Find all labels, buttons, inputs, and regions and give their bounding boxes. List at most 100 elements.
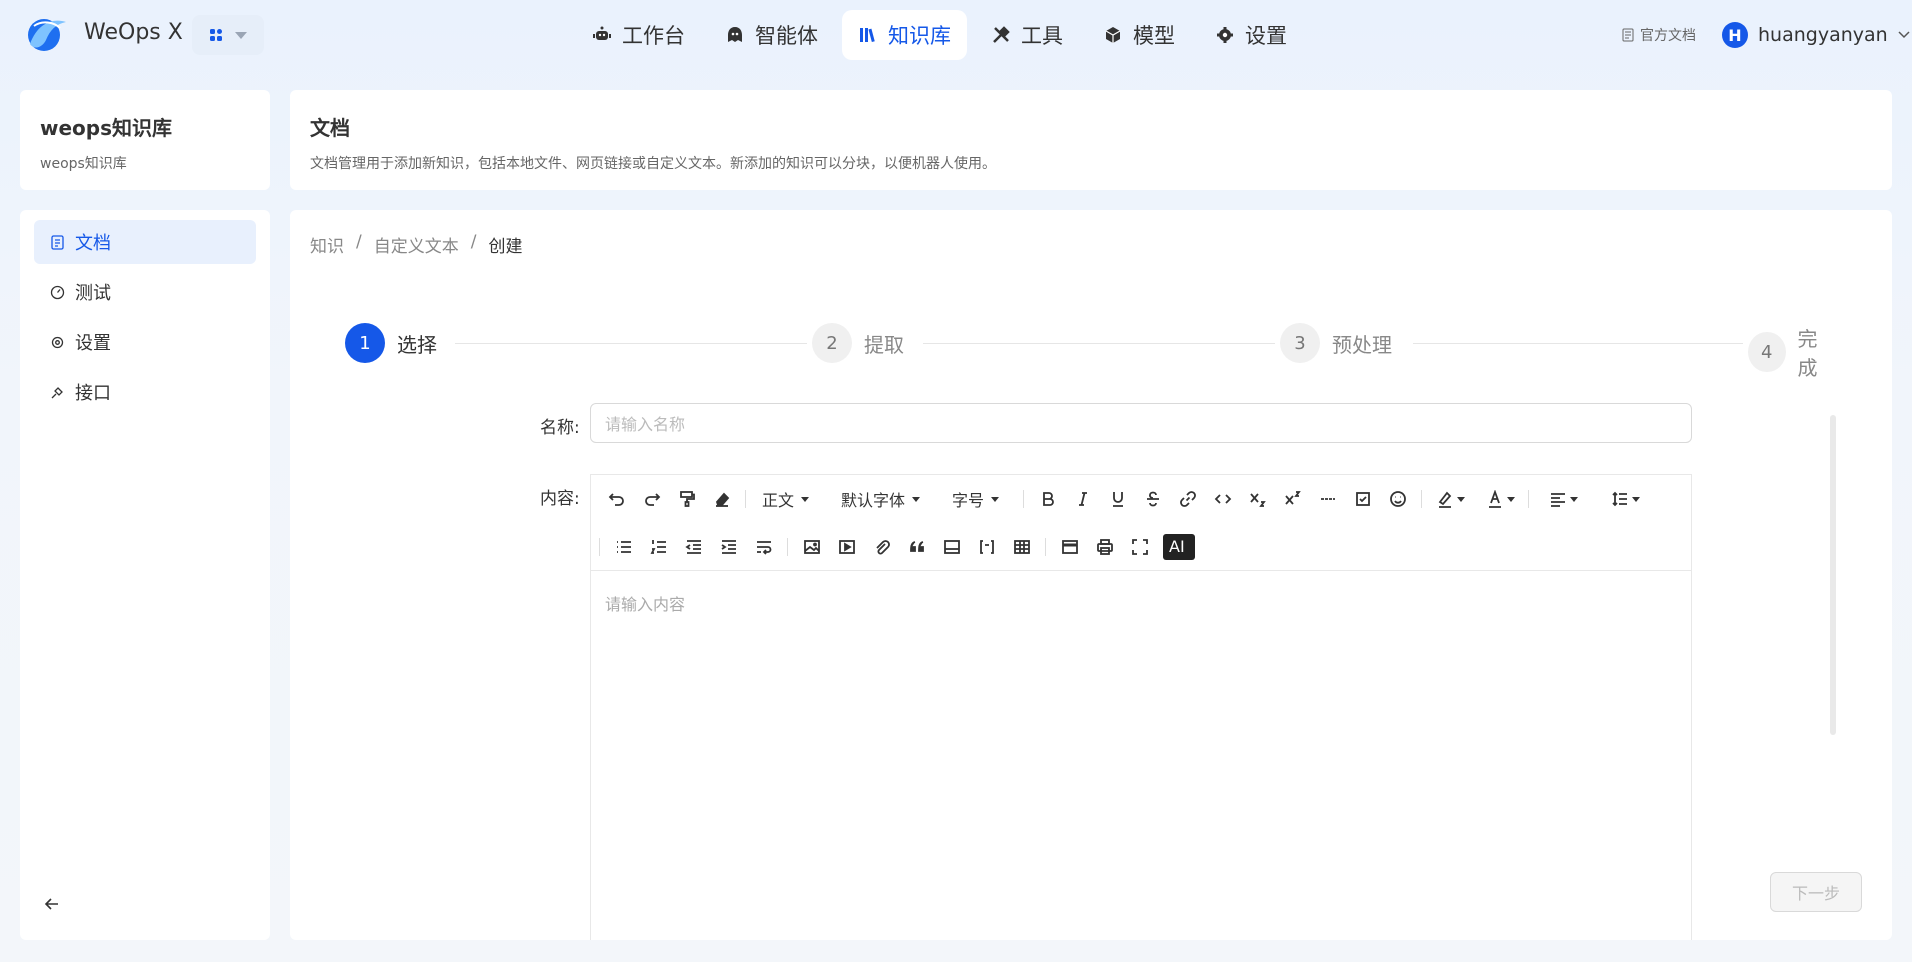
code-button[interactable] — [1205, 484, 1240, 514]
todo-button[interactable] — [1345, 484, 1380, 514]
outdent-button[interactable] — [676, 532, 711, 562]
image-icon — [803, 539, 820, 554]
undo-button[interactable] — [599, 484, 634, 514]
line-height-button[interactable] — [1603, 484, 1647, 514]
font-family-select[interactable]: 默认字体 — [831, 484, 930, 514]
content-placeholder[interactable]: 请输入内容 — [591, 571, 1691, 635]
sidebar-item-settings[interactable]: 设置 — [34, 320, 256, 364]
table-button[interactable] — [1004, 532, 1039, 562]
name-placeholder: 请输入名称 — [605, 415, 686, 434]
main-nav: 工作台 智能体 知识库 工具 模型 设置 — [576, 10, 1303, 60]
nav-tools[interactable]: 工具 — [975, 10, 1079, 60]
redo-button[interactable] — [634, 484, 669, 514]
bullet-list-button[interactable] — [606, 532, 641, 562]
video-button[interactable] — [829, 532, 864, 562]
scrollbar[interactable] — [1830, 415, 1836, 735]
step-number: 4 — [1748, 332, 1786, 372]
quote-button[interactable] — [899, 532, 934, 562]
toolbar-separator — [1045, 537, 1046, 556]
highlight-color-button[interactable] — [1428, 484, 1472, 514]
step-label: 完成 — [1797, 327, 1818, 380]
print-button[interactable] — [1087, 532, 1122, 562]
ai-button[interactable]: AI — [1163, 533, 1195, 560]
italic-button[interactable] — [1065, 484, 1100, 514]
subscript-button[interactable] — [1240, 484, 1275, 514]
sidebar-item-api[interactable]: 接口 — [34, 370, 256, 414]
name-label: 名称: — [540, 418, 580, 438]
caret-down-icon — [1631, 496, 1640, 502]
printer-icon — [1096, 538, 1113, 555]
numbered-list-button[interactable] — [641, 532, 676, 562]
step-connector — [923, 343, 1275, 344]
nav-knowledge[interactable]: 知识库 — [842, 10, 967, 60]
step-label: 预处理 — [1332, 332, 1392, 357]
name-input[interactable]: 请输入名称 — [590, 403, 1692, 443]
avatar: H — [1722, 22, 1748, 48]
weops-logo[interactable] — [24, 14, 68, 54]
breadcrumb: 知识 / 自定义文本 / 创建 — [310, 232, 522, 257]
caret-down-icon — [1569, 496, 1578, 502]
breadcrumb-separator: / — [470, 232, 477, 252]
table-caption-button[interactable] — [934, 532, 969, 562]
sidebar-item-documents[interactable]: 文档 — [34, 220, 256, 264]
arrow-left-icon[interactable] — [42, 894, 62, 914]
emoji-button[interactable] — [1380, 484, 1415, 514]
font-size-select[interactable]: 字号 — [942, 484, 1009, 514]
breadcrumb-knowledge[interactable]: 知识 — [310, 232, 344, 257]
nav-settings[interactable]: 设置 — [1199, 10, 1303, 60]
superscript-button[interactable] — [1275, 484, 1310, 514]
nav-agent[interactable]: 智能体 — [709, 10, 834, 60]
toolbar-separator — [787, 537, 788, 556]
bold-button[interactable] — [1030, 484, 1065, 514]
divider-button[interactable] — [1310, 484, 1345, 514]
attachment-button[interactable] — [864, 532, 899, 562]
code-icon — [1214, 494, 1231, 504]
content-label: 内容: — [540, 489, 580, 509]
paragraph-select[interactable]: 正文 — [752, 484, 819, 514]
strikethrough-button[interactable] — [1135, 484, 1170, 514]
apps-icon — [210, 29, 222, 41]
clear-format-button[interactable] — [704, 484, 739, 514]
user-menu[interactable]: H huangyanyan — [1722, 22, 1910, 48]
indent-button[interactable] — [711, 532, 746, 562]
toolbar-separator — [1421, 490, 1423, 508]
align-button[interactable] — [1541, 484, 1585, 514]
nav-model[interactable]: 模型 — [1087, 10, 1191, 60]
superscript-icon — [1284, 491, 1301, 505]
checkbox-icon — [1355, 492, 1370, 506]
code-block-button[interactable] — [969, 532, 1004, 562]
font-color-button[interactable] — [1478, 484, 1522, 514]
fullscreen-button[interactable] — [1122, 532, 1157, 562]
fullscreen-icon — [1131, 538, 1148, 555]
sidebar-item-test[interactable]: 测试 — [34, 270, 256, 314]
undo-icon — [608, 493, 624, 506]
app-switcher[interactable] — [192, 15, 264, 55]
template-button[interactable] — [1052, 532, 1087, 562]
step-connector — [455, 343, 807, 344]
image-button[interactable] — [794, 532, 829, 562]
underline-button[interactable] — [1100, 484, 1135, 514]
official-docs-link[interactable]: 官方文档 — [1622, 25, 1696, 45]
main-content: 知识 / 自定义文本 / 创建 1 选择 2 提取 3 预处理 4 完成 名称:… — [290, 210, 1892, 940]
wrap-button[interactable] — [746, 532, 781, 562]
sidebar-item-label: 测试 — [75, 283, 111, 304]
top-bar: WeOps X 工作台 智能体 知识库 工具 模型 设置 官方文档 H huan… — [0, 0, 1912, 70]
doc-link-label: 官方文档 — [1640, 28, 1696, 44]
link-button[interactable] — [1170, 484, 1205, 514]
underline-icon — [1112, 492, 1123, 507]
document-icon — [51, 234, 64, 250]
page-description: 文档管理用于添加新知识，包括本地文件、网页链接或自定义文本。新添加的知识可以分块… — [310, 156, 996, 172]
chevron-down-icon — [235, 31, 247, 39]
format-painter-button[interactable] — [669, 484, 704, 514]
nav-workbench[interactable]: 工作台 — [576, 10, 701, 60]
plug-icon — [51, 386, 63, 398]
font-color-icon — [1488, 490, 1501, 508]
breadcrumb-custom-text[interactable]: 自定义文本 — [374, 232, 459, 257]
next-step-button[interactable]: 下一步 — [1770, 872, 1862, 912]
highlighter-icon — [1438, 491, 1451, 508]
step-number: 1 — [345, 323, 385, 363]
caret-down-icon — [912, 496, 921, 502]
kb-title: weops知识库 — [40, 116, 173, 140]
nav-label: 知识库 — [888, 24, 951, 48]
step-label: 选择 — [397, 332, 437, 357]
